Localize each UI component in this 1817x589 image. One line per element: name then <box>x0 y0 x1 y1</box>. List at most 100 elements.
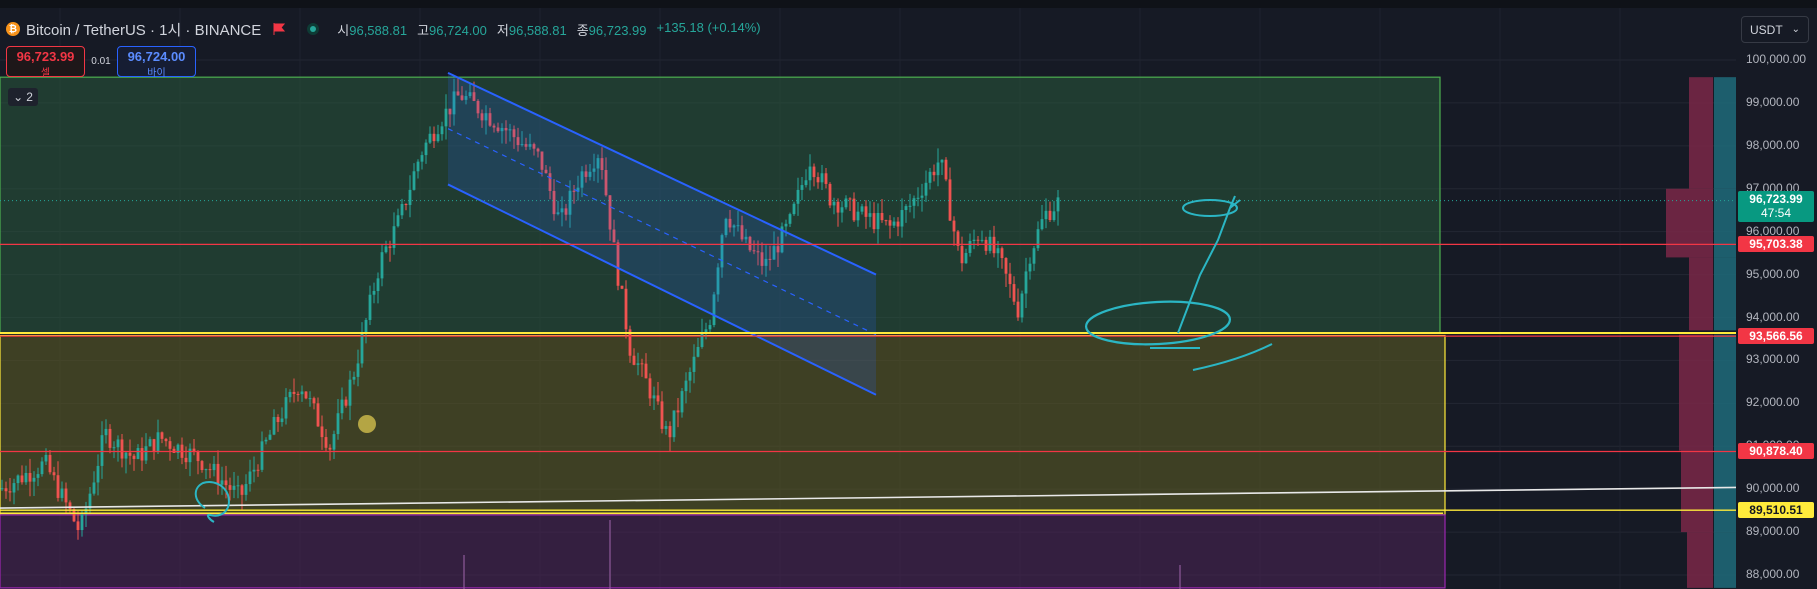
candle-body <box>72 509 76 522</box>
candle-body <box>620 285 624 289</box>
symbol-header: ₿ Bitcoin / TetherUS · 1시 · BINANCE 시96,… <box>6 18 761 40</box>
candle-body <box>1044 210 1048 220</box>
candle-body <box>328 447 332 450</box>
candle-body <box>1024 271 1028 294</box>
ohlc-values: 시96,588.81 고96,724.00 저96,588.81 종96,723… <box>337 19 761 38</box>
candle-body <box>672 410 676 438</box>
candle-body <box>376 278 380 291</box>
candle-body <box>888 220 892 226</box>
candle-body <box>820 173 824 183</box>
candle-body <box>308 398 312 400</box>
candle-body <box>128 452 132 456</box>
candle-body <box>952 220 956 232</box>
candle-body <box>56 475 60 498</box>
flag-icon[interactable] <box>273 23 286 35</box>
candle-body <box>676 410 680 413</box>
candle-body <box>236 485 240 487</box>
bitcoin-logo-icon: ₿ <box>6 22 20 36</box>
price-tick-label: 90,000.00 <box>1746 481 1800 496</box>
candle-body <box>680 391 684 413</box>
candle-body <box>356 363 360 377</box>
candle-body <box>16 475 20 484</box>
candle-body <box>844 198 848 208</box>
candle-body <box>1056 197 1060 212</box>
candle-body <box>344 399 348 406</box>
candle-body <box>220 480 224 485</box>
candle-body <box>272 417 276 435</box>
candle-body <box>1016 301 1020 318</box>
price-tick-label: 88,000.00 <box>1746 567 1800 581</box>
candle-body <box>252 469 256 472</box>
candle-body <box>800 185 804 190</box>
candle-body <box>424 142 428 156</box>
candle-body <box>1052 211 1056 220</box>
candle-body <box>1040 219 1044 230</box>
candle-body <box>196 451 200 462</box>
candle-body <box>828 183 832 206</box>
candle-body <box>112 447 116 449</box>
candle-body <box>692 356 696 372</box>
symbol-title[interactable]: Bitcoin / TetherUS · 1시 · BINANCE <box>26 19 261 40</box>
candle-body <box>668 426 672 438</box>
price-marker-dot <box>358 415 376 433</box>
candle-body <box>144 446 148 461</box>
candle-body <box>872 213 876 230</box>
candle-body <box>432 133 436 142</box>
candle-body <box>996 248 1000 254</box>
candle-body <box>332 434 336 450</box>
price-tick-label: 94,000.00 <box>1746 309 1800 324</box>
candle-body <box>928 171 932 183</box>
candle-body <box>36 474 40 478</box>
candle-body <box>1004 258 1008 274</box>
candle-body <box>696 346 700 357</box>
candle-body <box>816 177 820 183</box>
volume-profile-bar <box>1714 334 1736 451</box>
candle-body <box>664 426 668 429</box>
candle-body <box>340 399 344 414</box>
candle-body <box>936 162 940 176</box>
candle-body <box>436 134 440 142</box>
candle-body <box>364 319 368 333</box>
volume-profile-bar <box>1689 77 1713 189</box>
candle-body <box>244 484 248 495</box>
candle-body <box>264 439 268 442</box>
candle-body <box>268 434 272 440</box>
price-tick-label: 100,000.00 <box>1746 52 1807 66</box>
sell-button[interactable]: 96,723.99 셀 <box>6 46 85 79</box>
high-value: 96,724.00 <box>429 22 487 38</box>
volume-profile-bar <box>1689 257 1713 331</box>
candle-body <box>152 439 156 452</box>
price-axis[interactable]: 100,000.00 99,000.00 98,000.00 97,000.00 96,… <box>1736 0 1817 589</box>
open-value: 96,588.81 <box>349 22 408 38</box>
candle-body <box>640 363 644 365</box>
candle-body <box>644 363 648 379</box>
low-value: 96,588.81 <box>508 22 567 38</box>
price-tick-label: 93,000.00 <box>1746 352 1800 367</box>
candle-body <box>212 463 216 471</box>
buy-button[interactable]: 96,724.00 바이 <box>117 46 196 79</box>
candle-body <box>964 252 968 264</box>
candle-body <box>4 488 8 492</box>
candle-body <box>336 413 340 435</box>
price-tick-label: 92,000.00 <box>1746 395 1800 410</box>
zone-purple <box>0 514 1446 589</box>
candle-body <box>956 231 960 246</box>
candle-body <box>388 246 392 248</box>
candle-body <box>984 239 988 251</box>
candle-body <box>912 198 916 206</box>
candle-body <box>380 252 384 279</box>
candle-body <box>384 246 388 253</box>
candle-body <box>136 448 140 459</box>
candle-body <box>76 521 80 531</box>
candle-body <box>80 514 84 531</box>
candle-body <box>948 179 952 221</box>
candle-body <box>880 212 884 221</box>
candle-body <box>64 488 68 503</box>
candle-body <box>660 401 664 429</box>
current-price-badge: 96,723.99 47:54 <box>1738 190 1814 222</box>
market-open-dot-icon <box>307 23 320 35</box>
indicators-toggle-button[interactable]: ⌄ 2 <box>8 88 38 106</box>
price-chart[interactable] <box>0 0 1736 589</box>
candle-body <box>44 454 48 462</box>
volume-profile-bar <box>1714 532 1736 588</box>
